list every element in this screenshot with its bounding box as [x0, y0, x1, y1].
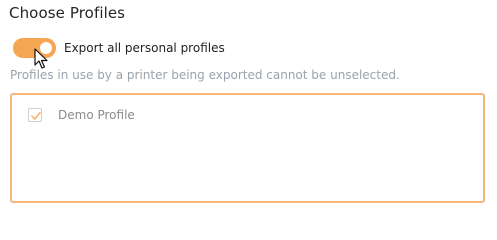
- profile-list-box: Demo Profile: [10, 93, 485, 203]
- demo-profile-checkbox[interactable]: [28, 108, 42, 122]
- section-title: Choose Profiles: [9, 4, 126, 22]
- export-all-profiles-toggle[interactable]: [13, 38, 56, 58]
- export-all-profiles-label: Export all personal profiles: [64, 41, 225, 55]
- toggle-knob: [40, 42, 52, 54]
- unselectable-hint-text: Profiles in use by a printer being expor…: [10, 68, 400, 82]
- checkmark-icon: [31, 111, 41, 120]
- choose-profiles-panel: Choose Profiles Export all personal prof…: [0, 0, 497, 219]
- demo-profile-label: Demo Profile: [58, 108, 135, 122]
- profile-list-item[interactable]: Demo Profile: [28, 107, 135, 123]
